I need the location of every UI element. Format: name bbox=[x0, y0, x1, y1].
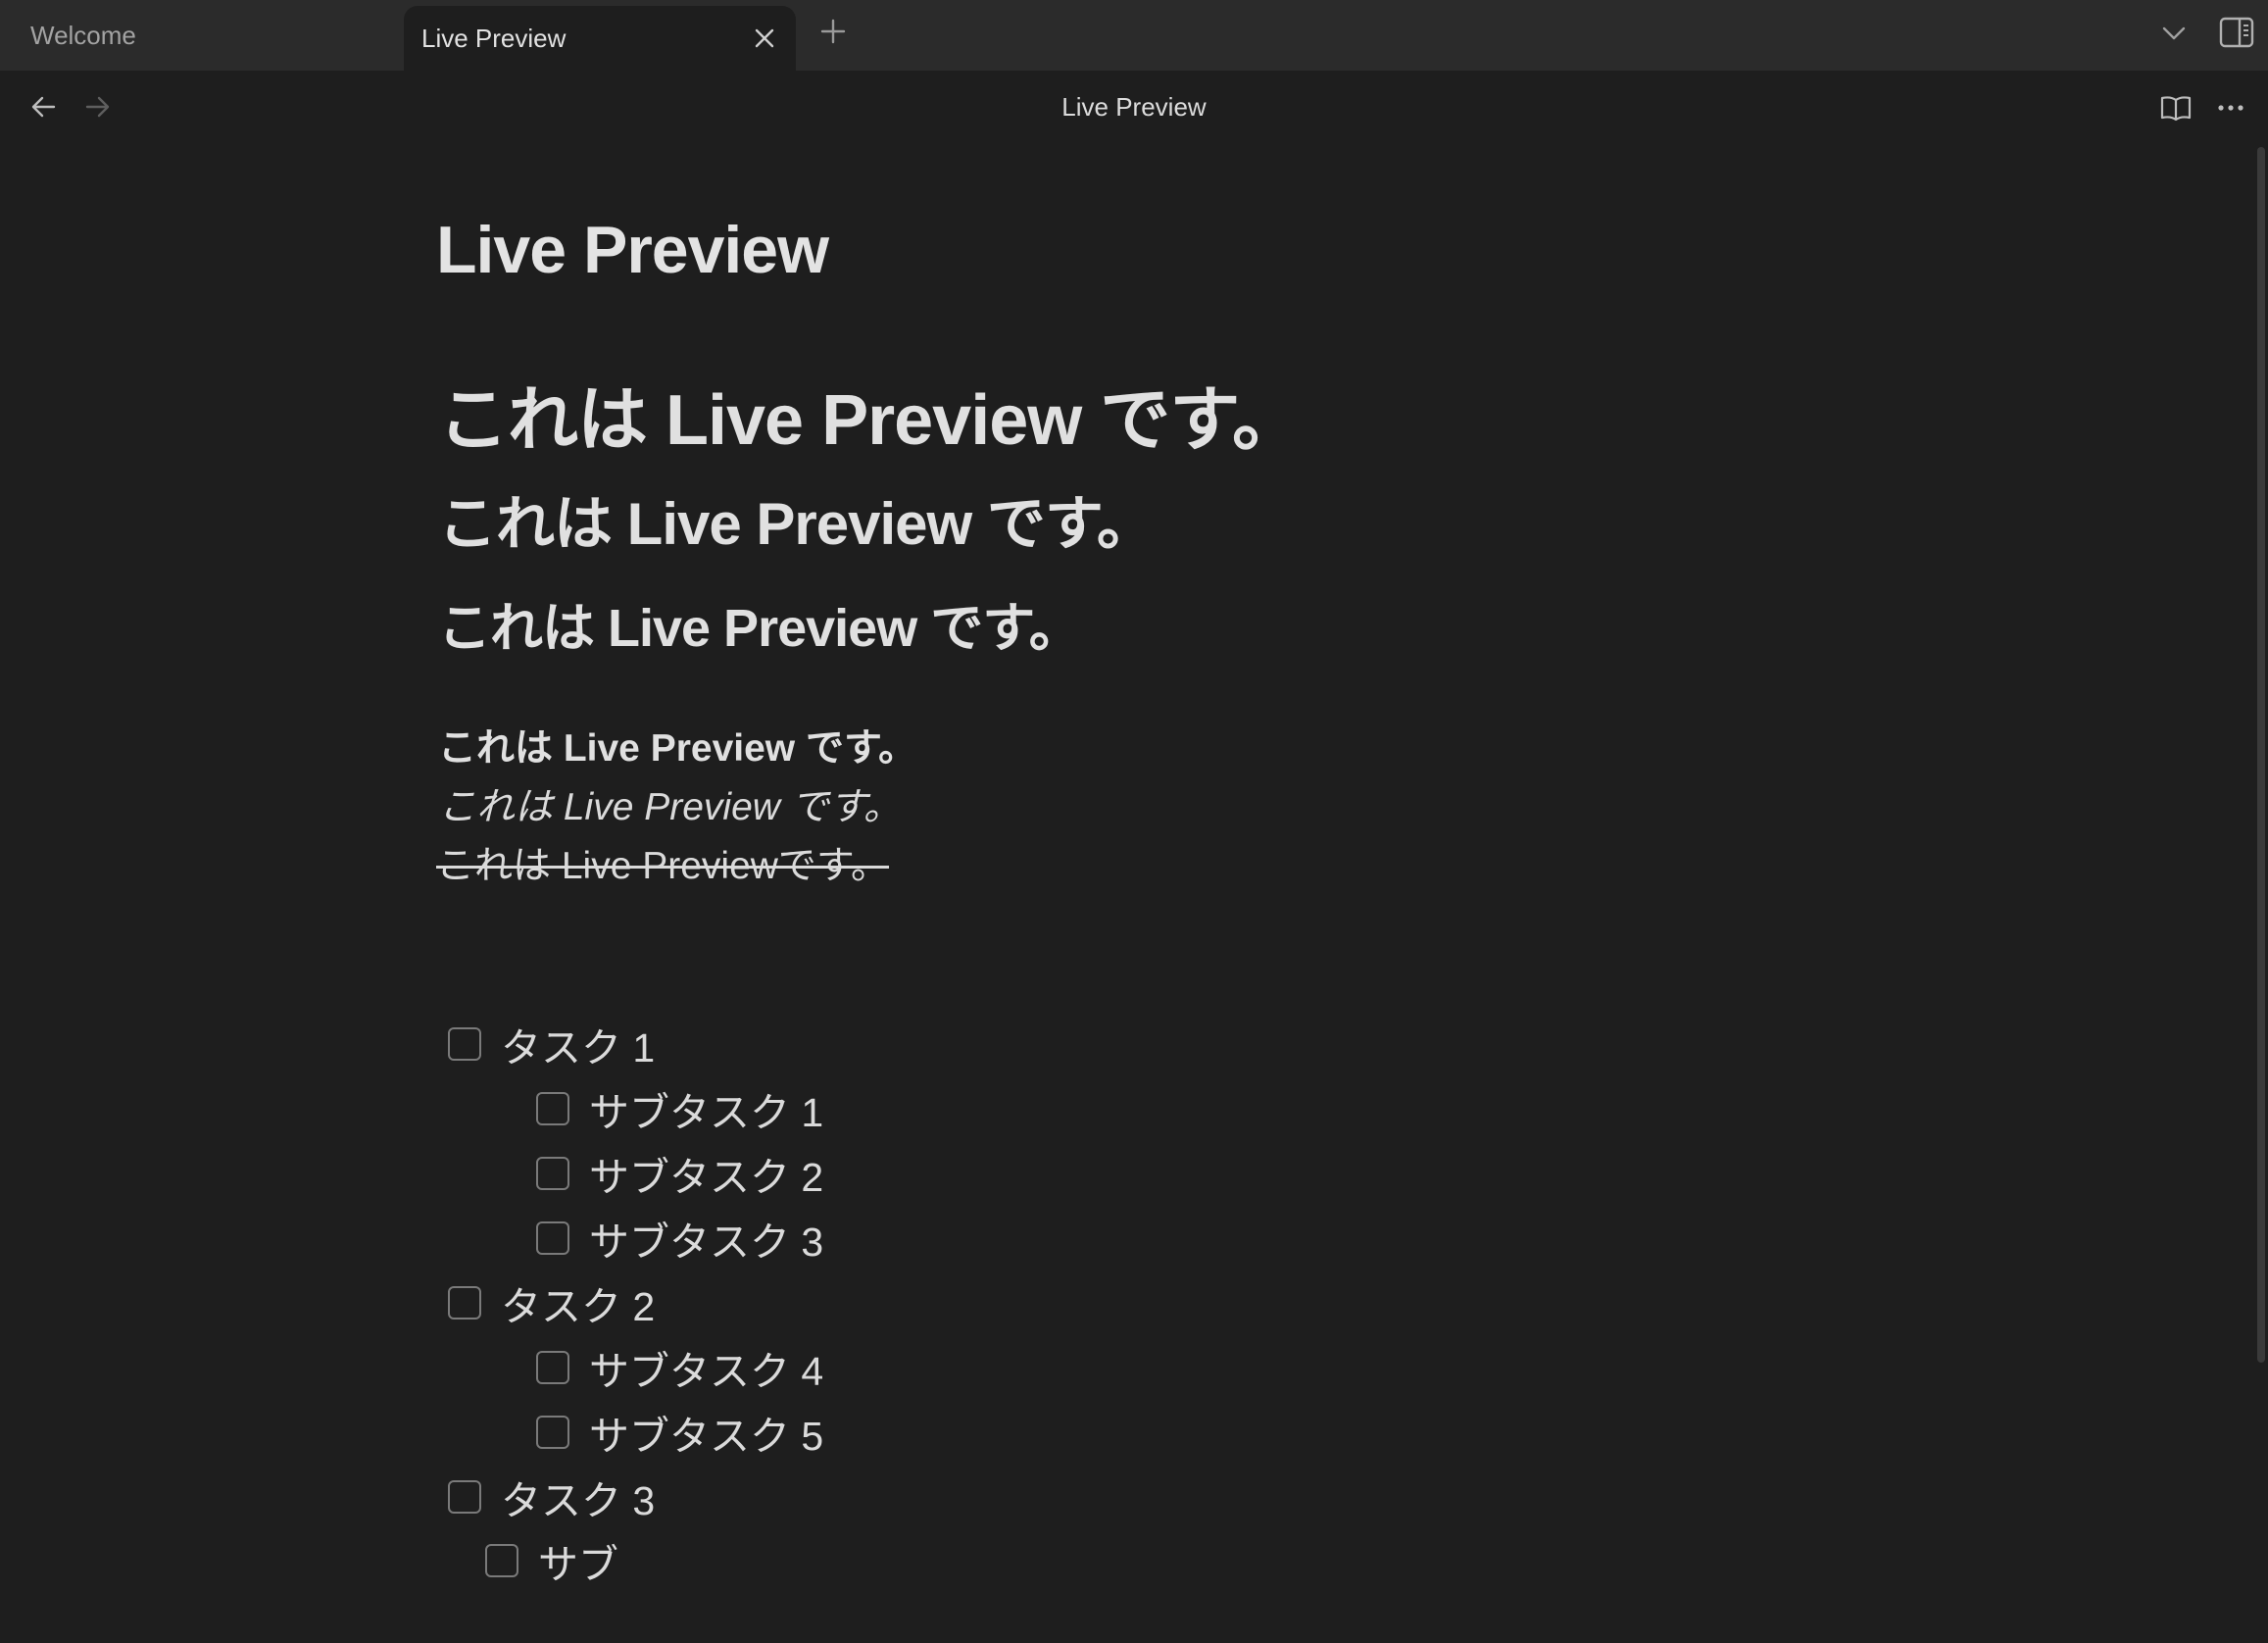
task-checkbox[interactable] bbox=[448, 1286, 481, 1319]
plus-icon[interactable] bbox=[815, 14, 851, 49]
task-checkbox[interactable] bbox=[536, 1416, 569, 1449]
tab-bar: Welcome Live Preview bbox=[0, 0, 2268, 72]
task-checkbox[interactable] bbox=[448, 1027, 481, 1061]
subtask-item: サブタスク 3 bbox=[536, 1209, 823, 1268]
heading-3: これは Live Preview です。 bbox=[438, 599, 1082, 658]
subtask-item: サブタスク 1 bbox=[536, 1079, 823, 1138]
task-checkbox[interactable] bbox=[485, 1544, 518, 1577]
subtask-item: サブタスク 2 bbox=[536, 1144, 823, 1203]
task-checkbox[interactable] bbox=[536, 1221, 569, 1255]
chevron-down-icon[interactable] bbox=[2156, 16, 2192, 51]
task-item: タスク 2 bbox=[448, 1273, 655, 1332]
tab-live-preview[interactable]: Live Preview bbox=[404, 6, 796, 71]
italic-text: これは Live Preview です。 bbox=[438, 786, 902, 828]
bold-text: これは Live Preview です。 bbox=[438, 727, 917, 770]
book-open-icon[interactable] bbox=[2156, 88, 2195, 127]
task-label: タスク 1 bbox=[501, 1025, 656, 1070]
tab-label: Live Preview bbox=[421, 23, 567, 53]
task-checkbox[interactable] bbox=[536, 1157, 569, 1190]
task-label: サブタスク 2 bbox=[589, 1155, 824, 1200]
close-icon[interactable] bbox=[751, 25, 778, 52]
tab-label: Welcome bbox=[30, 20, 136, 50]
tab-welcome[interactable]: Welcome bbox=[0, 0, 402, 71]
sidebar-toggle-icon[interactable] bbox=[2217, 14, 2256, 51]
task-label: サブタスク 4 bbox=[589, 1349, 824, 1394]
subtask-item: サブタスク 5 bbox=[536, 1403, 823, 1462]
task-label: サブタスク 1 bbox=[589, 1090, 824, 1135]
task-label: タスク 2 bbox=[501, 1284, 656, 1329]
task-label: サブタスク 3 bbox=[589, 1220, 824, 1265]
view-title: Live Preview bbox=[1061, 92, 1207, 122]
subtask-item: サブ bbox=[485, 1531, 618, 1590]
inline-title[interactable]: Live Preview bbox=[436, 212, 829, 288]
heading-1: これは Live Preview です。 bbox=[438, 381, 1303, 460]
more-horizontal-icon[interactable] bbox=[2211, 88, 2250, 127]
view-header: Live Preview bbox=[0, 71, 2268, 141]
task-checkbox[interactable] bbox=[536, 1351, 569, 1384]
task-label: サブタスク 5 bbox=[589, 1414, 824, 1459]
task-item: タスク 3 bbox=[448, 1468, 655, 1526]
strikethrough-text: これは Live Previewです。 bbox=[436, 845, 890, 887]
task-label: タスク 3 bbox=[501, 1478, 656, 1523]
scrollbar[interactable] bbox=[2257, 147, 2265, 1363]
subtask-item: サブタスク 4 bbox=[536, 1338, 823, 1397]
task-checkbox[interactable] bbox=[448, 1480, 481, 1514]
task-checkbox[interactable] bbox=[536, 1092, 569, 1125]
task-item: タスク 1 bbox=[448, 1015, 655, 1073]
heading-2: これは Live Preview です。 bbox=[438, 491, 1156, 557]
task-label: サブ bbox=[538, 1542, 618, 1587]
